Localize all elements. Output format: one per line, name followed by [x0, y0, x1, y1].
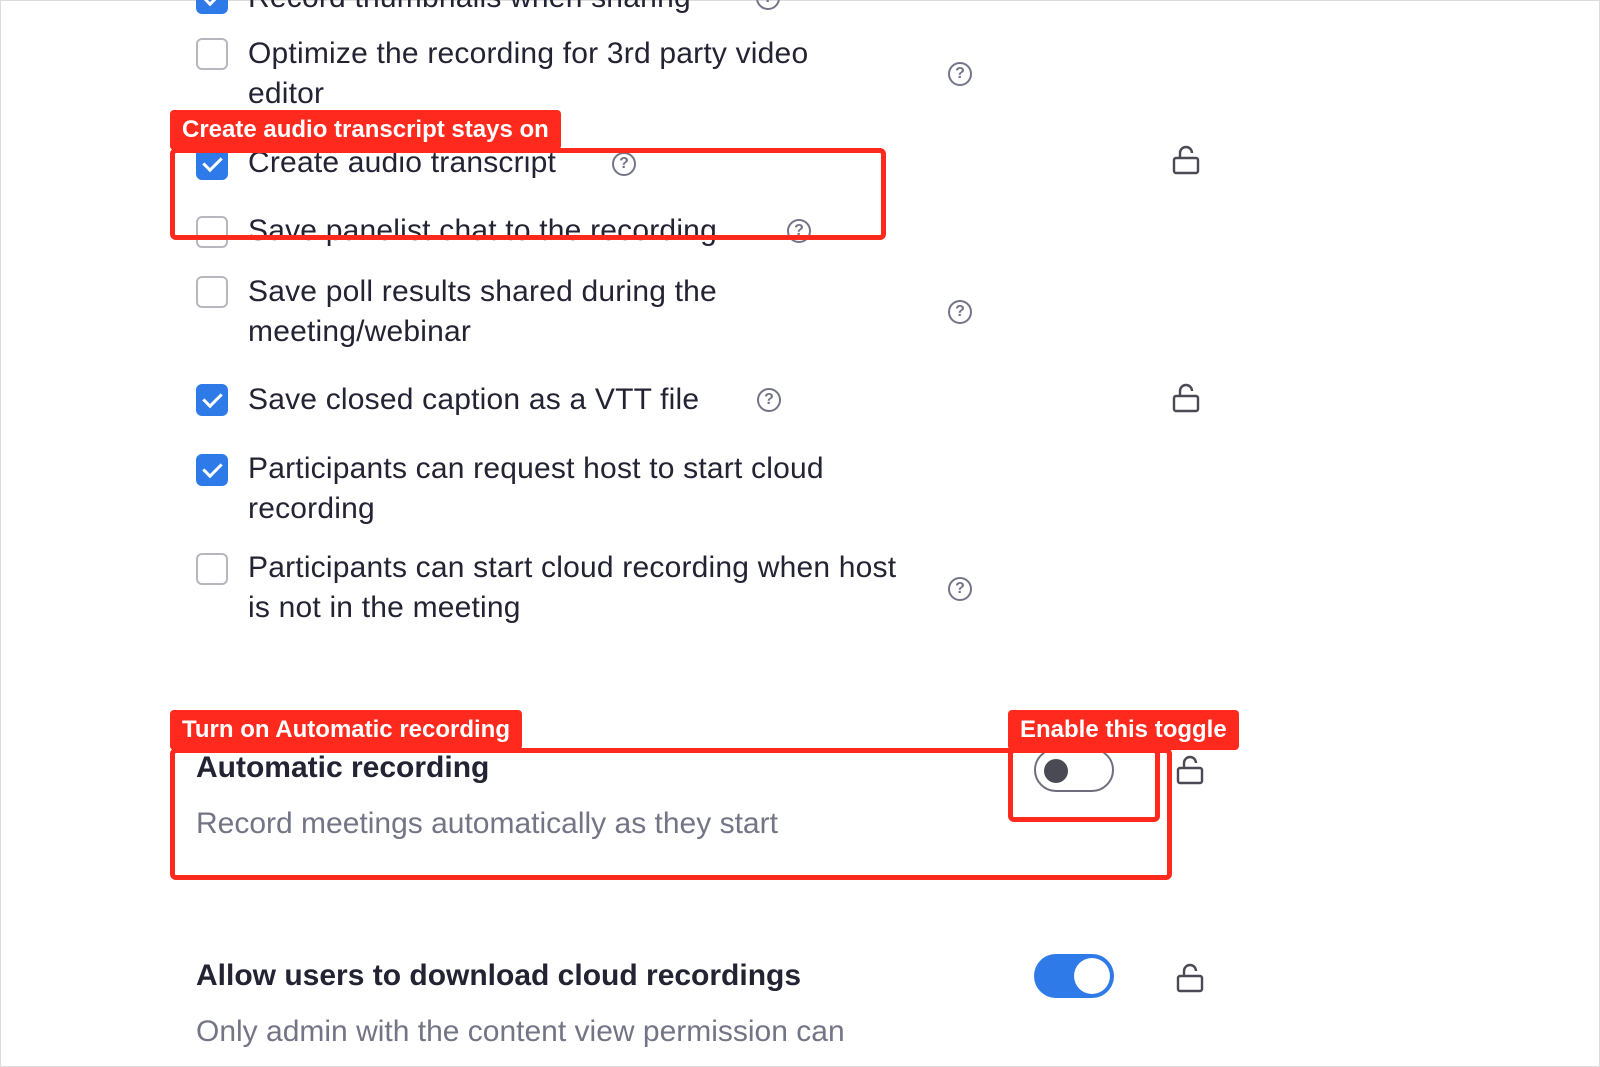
participants-start-recording-checkbox[interactable] [196, 553, 228, 585]
annotation-transcript-box [170, 148, 886, 240]
annotation-auto-recording-label: Turn on Automatic recording [170, 710, 522, 750]
allow-download-description: Only admin with the content view permiss… [196, 1015, 845, 1048]
unlock-icon[interactable] [1176, 962, 1204, 994]
annotation-transcript-label: Create audio transcript stays on [170, 110, 561, 150]
unlock-icon[interactable] [1172, 382, 1200, 414]
participants-request-recording-checkbox[interactable] [196, 454, 228, 486]
question-circle-icon[interactable]: ? [948, 300, 972, 324]
allow-download-title: Allow users to download cloud recordings [196, 959, 802, 992]
toggle-knob [1074, 958, 1110, 994]
question-circle-icon[interactable]: ? [948, 577, 972, 601]
participants-start-recording-label: Participants can start cloud recording w… [248, 551, 897, 624]
record-thumbnails-label: Record thumbnails when sharing [248, 0, 691, 18]
annotation-toggle-box [1008, 748, 1160, 822]
save-closed-caption-checkbox[interactable] [196, 384, 228, 416]
save-poll-results-label: Save poll results shared during the meet… [248, 275, 717, 348]
save-poll-results-checkbox[interactable] [196, 276, 228, 308]
optimize-recording-checkbox[interactable] [196, 38, 228, 70]
annotation-toggle-label: Enable this toggle [1008, 710, 1239, 750]
save-closed-caption-label: Save closed caption as a VTT file [248, 383, 700, 416]
allow-download-toggle[interactable] [1034, 954, 1114, 998]
record-thumbnails-checkbox[interactable] [196, 0, 228, 14]
optimize-recording-label: Optimize the recording for 3rd party vid… [248, 37, 809, 110]
question-circle-icon[interactable]: ? [948, 62, 972, 86]
participants-request-recording-label: Participants can request host to start c… [248, 452, 824, 525]
unlock-icon[interactable] [1176, 754, 1204, 786]
question-circle-icon[interactable]: ? [757, 388, 781, 412]
unlock-icon[interactable] [1172, 144, 1200, 176]
